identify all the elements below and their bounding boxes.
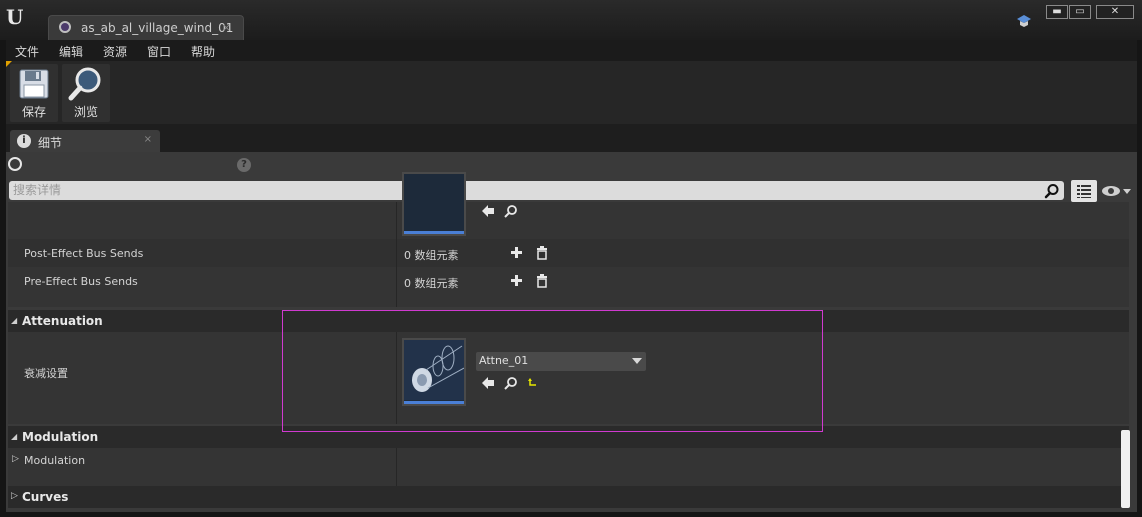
plus-icon[interactable]	[510, 246, 524, 260]
collapse-arrow-icon: ◢	[11, 316, 18, 325]
browse-icon[interactable]	[504, 204, 518, 218]
category-modulation[interactable]: ◢ Modulation	[8, 426, 1129, 448]
property-row-modulation: ▷ Modulation	[8, 448, 1129, 486]
collapse-arrow-icon: ◢	[11, 432, 18, 441]
menu-file[interactable]: 文件	[15, 43, 39, 60]
scrollbar[interactable]	[1121, 430, 1130, 508]
attenuation-asset-name: Attne_01	[479, 354, 529, 367]
category-curves[interactable]: ▷ Curves	[8, 486, 1129, 508]
magnifier-icon	[68, 67, 101, 101]
browse-label: 浏览	[73, 105, 98, 119]
view-options-button[interactable]	[1071, 180, 1097, 202]
expand-arrow-icon: ▷	[11, 491, 18, 501]
asset-thumbnail[interactable]	[402, 172, 466, 236]
menu-help[interactable]: 帮助	[191, 43, 215, 60]
info-icon: i	[17, 134, 31, 148]
pre-effect-label: Pre-Effect Bus Sends	[24, 275, 138, 288]
tab-details[interactable]: i 细节 ×	[10, 130, 160, 152]
search-input[interactable]	[13, 182, 1033, 198]
reset-icon[interactable]	[526, 376, 540, 390]
browse-icon[interactable]	[504, 376, 518, 390]
column-divider	[396, 267, 397, 307]
search-box[interactable]	[9, 181, 1064, 200]
panel-tab-strip	[6, 124, 1137, 152]
column-divider	[396, 239, 397, 267]
thumbnail-accent-bar	[404, 231, 464, 234]
save-button[interactable]: 保存	[10, 64, 58, 122]
sound-cue-icon	[59, 21, 71, 33]
trash-icon[interactable]	[535, 274, 549, 288]
post-effect-label: Post-Effect Bus Sends	[24, 247, 144, 260]
toolbar	[6, 61, 1137, 124]
post-effect-value: 0 数组元素	[404, 249, 459, 262]
plus-icon[interactable]	[510, 274, 524, 288]
chevron-down-icon	[632, 358, 642, 364]
lock-circle-icon[interactable]	[8, 157, 22, 171]
search-icon[interactable]	[1044, 183, 1060, 199]
help-icon[interactable]: ?	[237, 158, 251, 172]
arrow-left-icon[interactable]	[481, 376, 495, 390]
column-divider	[396, 202, 397, 239]
property-row-post-effect: Post-Effect Bus Sends 0 数组元素	[8, 239, 1129, 267]
thumbnail-accent-bar	[404, 401, 464, 404]
unreal-logo-icon[interactable]: U	[6, 6, 30, 28]
property-row-pre-effect: Pre-Effect Bus Sends 0 数组元素	[8, 267, 1129, 307]
category-attenuation[interactable]: ◢ Attenuation	[8, 310, 1129, 332]
save-label: 保存	[21, 105, 46, 119]
attenuation-asset-dropdown[interactable]: Attne_01	[476, 352, 646, 371]
menu-asset[interactable]: 资源	[103, 43, 127, 60]
learn-cap-icon[interactable]	[1016, 13, 1032, 29]
attenuation-settings-label: 衰减设置	[24, 367, 68, 380]
eye-icon[interactable]	[1101, 183, 1131, 199]
tab-close-button[interactable]: ×	[222, 21, 231, 34]
attenuation-asset-thumbnail[interactable]	[402, 338, 466, 406]
floppy-disk-icon	[19, 69, 49, 99]
column-divider	[396, 448, 397, 486]
modulation-category-label: Modulation	[22, 430, 99, 444]
maximize-button[interactable]: ▭	[1069, 5, 1091, 19]
menu-edit[interactable]: 编辑	[59, 43, 83, 60]
trash-icon[interactable]	[535, 246, 549, 260]
expand-arrow-icon[interactable]: ▷	[12, 454, 19, 464]
close-window-button[interactable]: ✕	[1096, 5, 1134, 19]
details-tab-label: 细节	[38, 136, 63, 150]
curves-category-label: Curves	[22, 490, 69, 504]
menu-window[interactable]: 窗口	[147, 43, 171, 60]
attenuation-cone-icon	[404, 340, 465, 400]
details-tab-close-button[interactable]: ×	[144, 134, 152, 145]
tab-asset-editor[interactable]: as_ab_al_village_wind_01 ×	[48, 15, 244, 40]
browse-button[interactable]: 浏览	[62, 64, 110, 122]
minimize-button[interactable]: ▬	[1046, 5, 1068, 19]
pre-effect-value: 0 数组元素	[404, 277, 459, 290]
property-row-attenuation-settings: 衰减设置	[8, 332, 1129, 424]
attenuation-category-label: Attenuation	[22, 314, 103, 328]
property-row-partial	[8, 172, 1129, 239]
menu-bar	[6, 40, 1137, 61]
view-options-icon	[1077, 185, 1091, 198]
tab-title: as_ab_al_village_wind_01	[81, 21, 234, 35]
arrow-left-icon[interactable]	[481, 204, 495, 218]
modulation-item-label: Modulation	[24, 454, 86, 467]
column-divider	[396, 332, 397, 424]
